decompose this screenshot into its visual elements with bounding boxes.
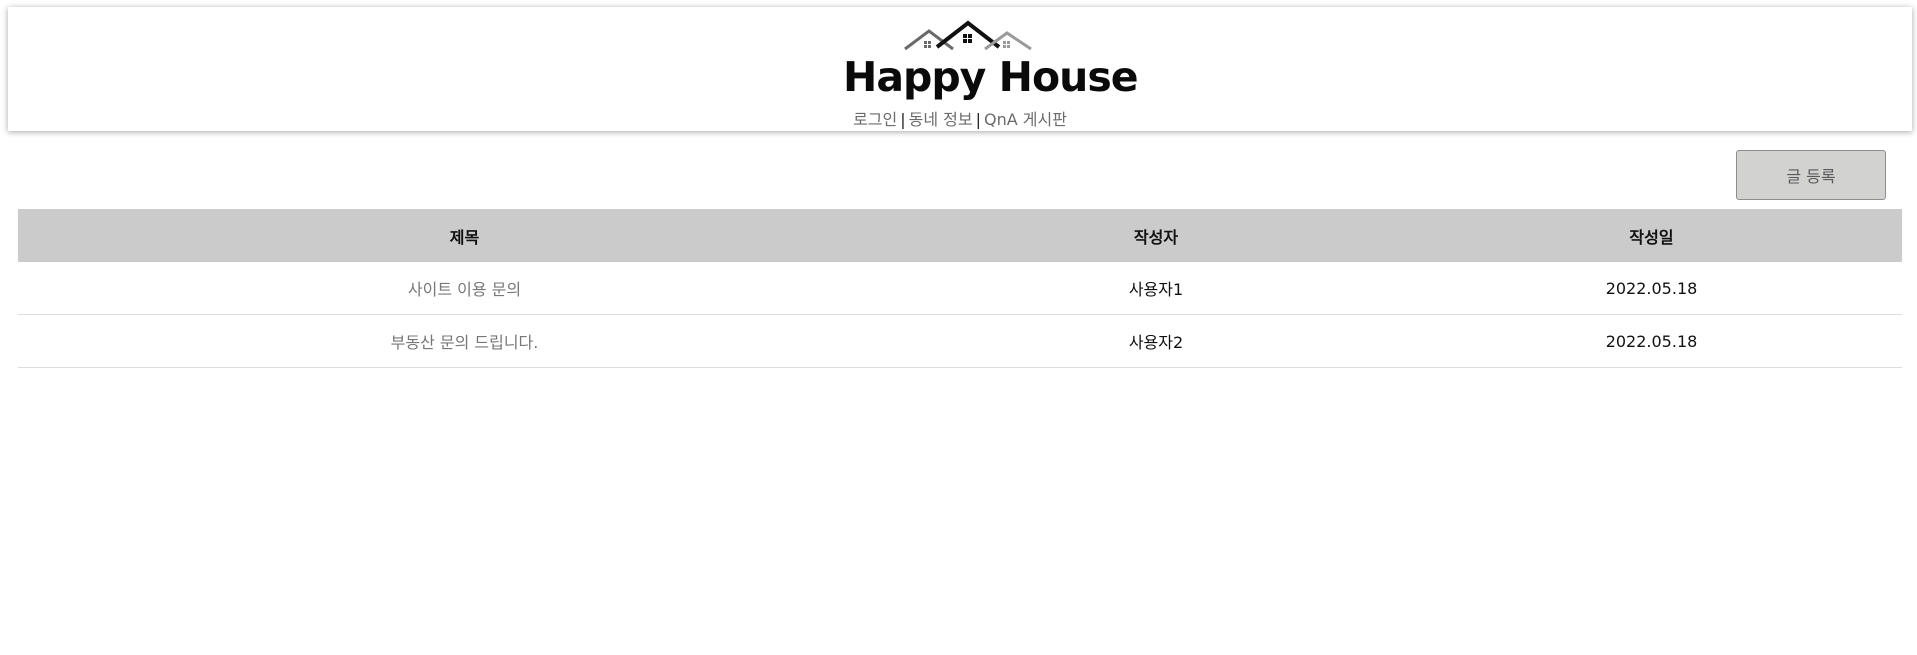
post-date-cell: 2022.05.18 xyxy=(1401,262,1902,315)
nav-login-link[interactable]: 로그인 xyxy=(853,110,897,129)
happy-house-logo[interactable]: Happy House xyxy=(843,19,1139,101)
write-post-button[interactable]: 글 등록 xyxy=(1736,150,1886,200)
post-title-cell: 사이트 이용 문의 xyxy=(18,262,911,315)
post-title-link[interactable]: 부동산 문의 드립니다. xyxy=(391,333,539,352)
column-header-title: 제목 xyxy=(18,209,911,262)
post-title-cell: 부동산 문의 드립니다. xyxy=(18,314,911,368)
logo-text: Happy House xyxy=(843,53,1139,101)
table-row: 부동산 문의 드립니다. 사용자2 2022.05.18 xyxy=(18,314,1902,368)
site-header: Happy House 로그인 | 동네 정보 | QnA 게시판 xyxy=(8,7,1912,131)
nav-neighborhood-link[interactable]: 동네 정보 xyxy=(909,110,973,129)
table-row: 사이트 이용 문의 사용자1 2022.05.18 xyxy=(18,262,1902,315)
post-title-link[interactable]: 사이트 이용 문의 xyxy=(408,280,521,299)
nav-separator: | xyxy=(975,110,981,129)
post-writer-cell: 사용자2 xyxy=(911,314,1401,368)
nav-separator: | xyxy=(900,110,906,129)
column-header-writer: 작성자 xyxy=(911,209,1401,262)
nav-qna-link[interactable]: QnA 게시판 xyxy=(984,110,1067,129)
table-header-row: 제목 작성자 작성일 xyxy=(18,209,1902,262)
post-writer-cell: 사용자1 xyxy=(911,262,1401,315)
qna-board-table: 제목 작성자 작성일 사이트 이용 문의 사용자1 2022.05.18 부동산… xyxy=(18,209,1902,368)
post-date-cell: 2022.05.18 xyxy=(1401,314,1902,368)
top-nav: 로그인 | 동네 정보 | QnA 게시판 xyxy=(8,110,1912,130)
column-header-date: 작성일 xyxy=(1401,209,1902,262)
